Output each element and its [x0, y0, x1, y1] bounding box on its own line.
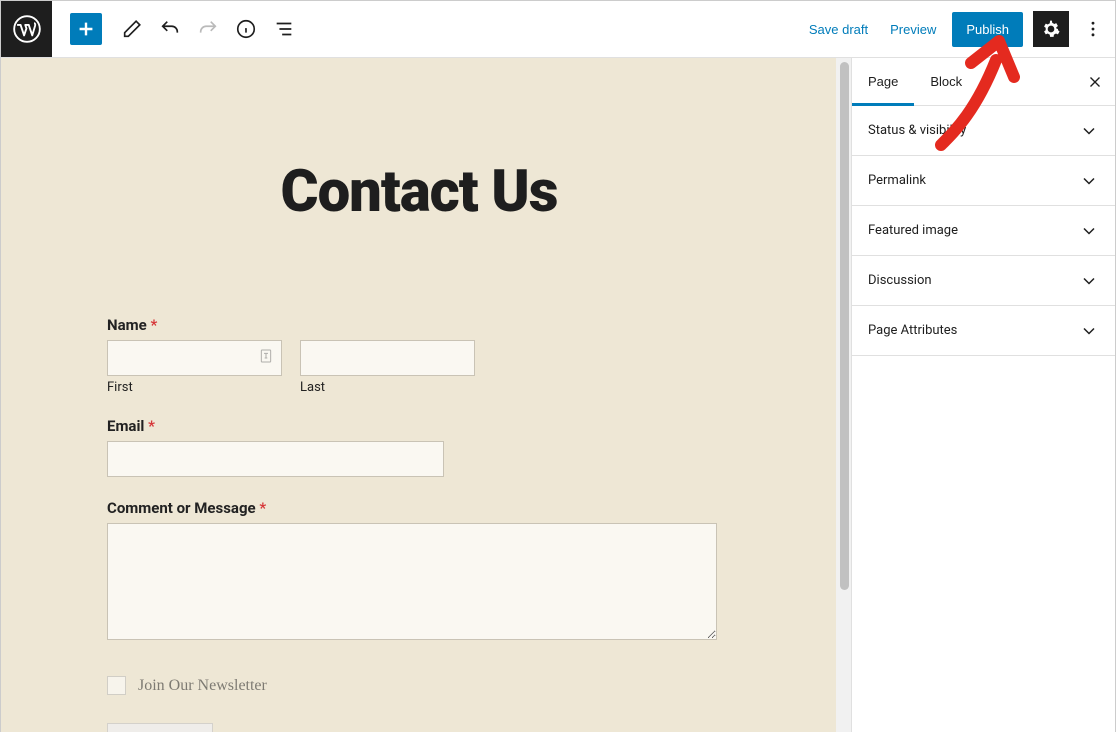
- first-name-input[interactable]: [107, 340, 282, 376]
- settings-button[interactable]: [1033, 11, 1069, 47]
- panel-label: Permalink: [868, 173, 926, 188]
- scrollbar-track[interactable]: [836, 58, 851, 732]
- email-input[interactable]: [107, 441, 444, 477]
- sidebar-tabs: Page Block: [852, 58, 1115, 106]
- preview-button[interactable]: Preview: [884, 14, 942, 45]
- tab-page[interactable]: Page: [852, 58, 914, 105]
- outline-button[interactable]: [266, 11, 302, 47]
- newsletter-checkbox[interactable]: [107, 676, 126, 695]
- chevron-down-icon: [1079, 271, 1099, 291]
- list-icon: [273, 18, 295, 40]
- page-title[interactable]: Contact Us: [107, 158, 731, 226]
- undo-icon: [159, 18, 181, 40]
- email-label-text: Email: [107, 417, 144, 435]
- email-label: Email *: [107, 417, 731, 435]
- panel-page-attributes[interactable]: Page Attributes: [852, 306, 1115, 356]
- undo-button[interactable]: [152, 11, 188, 47]
- editor-canvas[interactable]: Contact Us Name * First: [1, 58, 837, 732]
- first-sublabel: First: [107, 380, 282, 395]
- tab-block[interactable]: Block: [914, 58, 978, 105]
- submit-button[interactable]: Submit: [107, 723, 213, 732]
- toolbar-left-group: [52, 11, 302, 47]
- panel-label: Featured image: [868, 223, 958, 238]
- name-label: Name *: [107, 316, 731, 334]
- required-mark: *: [150, 316, 157, 334]
- close-icon: [1086, 73, 1104, 91]
- panel-label: Status & visibility: [868, 123, 966, 138]
- redo-button[interactable]: [190, 11, 226, 47]
- editor-main: Contact Us Name * First: [1, 58, 1115, 732]
- publish-button[interactable]: Publish: [952, 12, 1023, 47]
- panel-featured-image[interactable]: Featured image: [852, 206, 1115, 256]
- panel-label: Page Attributes: [868, 323, 957, 338]
- newsletter-label: Join Our Newsletter: [138, 677, 267, 695]
- edit-mode-button[interactable]: [114, 11, 150, 47]
- panel-status-visibility[interactable]: Status & visibility: [852, 106, 1115, 156]
- toolbar-right-group: Save draft Preview Publish: [803, 11, 1115, 47]
- autofill-icon: [258, 348, 274, 364]
- newsletter-field: Join Our Newsletter: [107, 676, 731, 695]
- wordpress-logo[interactable]: [1, 1, 52, 57]
- chevron-down-icon: [1079, 121, 1099, 141]
- editor-toolbar: Save draft Preview Publish: [1, 1, 1115, 58]
- plus-icon: [75, 18, 97, 40]
- comment-label-text: Comment or Message: [107, 499, 256, 517]
- last-name-input[interactable]: [300, 340, 475, 376]
- add-block-button[interactable]: [70, 13, 102, 45]
- close-sidebar-button[interactable]: [1075, 58, 1115, 105]
- settings-sidebar: Page Block Status & visibility Permalink…: [851, 58, 1115, 732]
- more-options-button[interactable]: [1079, 11, 1107, 47]
- chevron-down-icon: [1079, 171, 1099, 191]
- gear-icon: [1041, 19, 1061, 39]
- panel-permalink[interactable]: Permalink: [852, 156, 1115, 206]
- chevron-down-icon: [1079, 221, 1099, 241]
- redo-icon: [197, 18, 219, 40]
- chevron-down-icon: [1079, 321, 1099, 341]
- email-field: Email *: [107, 417, 731, 477]
- name-field: Name * First Last: [107, 316, 731, 395]
- comment-textarea[interactable]: [107, 523, 717, 640]
- scrollbar-thumb[interactable]: [840, 62, 849, 590]
- canvas-wrap: Contact Us Name * First: [1, 58, 851, 732]
- save-draft-button[interactable]: Save draft: [803, 14, 874, 45]
- wordpress-icon: [13, 15, 41, 43]
- info-button[interactable]: [228, 11, 264, 47]
- required-mark: *: [259, 499, 266, 517]
- required-mark: *: [148, 417, 155, 435]
- panel-label: Discussion: [868, 273, 932, 288]
- dots-vertical-icon: [1083, 19, 1103, 39]
- panel-discussion[interactable]: Discussion: [852, 256, 1115, 306]
- comment-field: Comment or Message *: [107, 499, 731, 644]
- comment-label: Comment or Message *: [107, 499, 731, 517]
- pencil-icon: [121, 18, 143, 40]
- name-label-text: Name: [107, 316, 147, 334]
- last-sublabel: Last: [300, 380, 475, 395]
- info-icon: [235, 18, 257, 40]
